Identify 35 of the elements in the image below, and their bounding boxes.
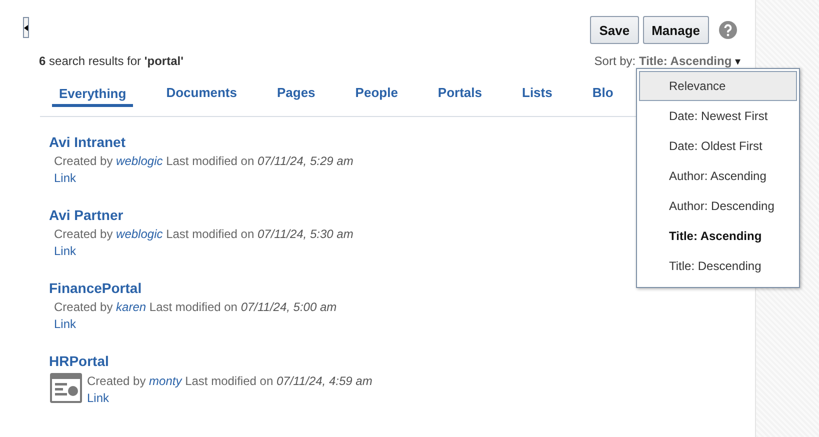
author-link[interactable]: monty [149,374,182,388]
result-link[interactable]: Link [54,317,76,331]
result-link[interactable]: Link [87,391,110,405]
result-title-link[interactable]: HRPortal [49,353,755,369]
tab[interactable]: Blo [585,80,620,105]
result-link[interactable]: Link [54,171,76,185]
result-link[interactable]: Link [54,244,76,258]
sort-option[interactable]: Author: Ascending [639,161,797,191]
result-meta: Created by weblogic Last modified on 07/11/24, 5:30 am [54,227,354,241]
tab[interactable]: Pages [270,80,322,105]
tab[interactable]: People [348,80,405,105]
author-link[interactable]: weblogic [116,154,163,168]
result-meta: Created by weblogic Last modified on 07/11/24, 5:29 am [54,154,354,168]
result-meta: Created by monty Last modified on 07/11/24, 4:59 am [87,374,372,388]
author-link[interactable]: karen [116,300,146,314]
page-icon [50,373,82,403]
sort-option[interactable]: Date: Oldest First [639,131,797,161]
tab[interactable]: Everything [52,80,134,107]
author-link[interactable]: weblogic [116,227,163,241]
sort-option[interactable]: Date: Newest First [639,101,797,131]
sort-option[interactable]: Relevance [639,71,797,101]
result-meta: Created by karen Last modified on 07/11/24, 5:00 am [54,300,337,314]
sort-dropdown[interactable]: Sort by: Title: Ascending ▾ [594,54,741,68]
toolbar-button[interactable]: Save [590,16,639,44]
help-icon[interactable] [719,21,737,39]
sort-option[interactable]: Title: Descending [639,251,797,281]
tab[interactable]: Portals [430,80,489,105]
tab[interactable]: Lists [515,80,560,105]
tab[interactable]: Documents [159,80,244,105]
results-summary: 6 search results for 'portal' [39,54,184,68]
sort-option[interactable]: Title: Ascending [639,221,797,251]
toolbar-button[interactable]: Manage [642,16,709,44]
collapse-button[interactable] [23,17,29,38]
caret-icon [24,24,28,30]
sort-option[interactable]: Author: Descending [639,191,797,221]
